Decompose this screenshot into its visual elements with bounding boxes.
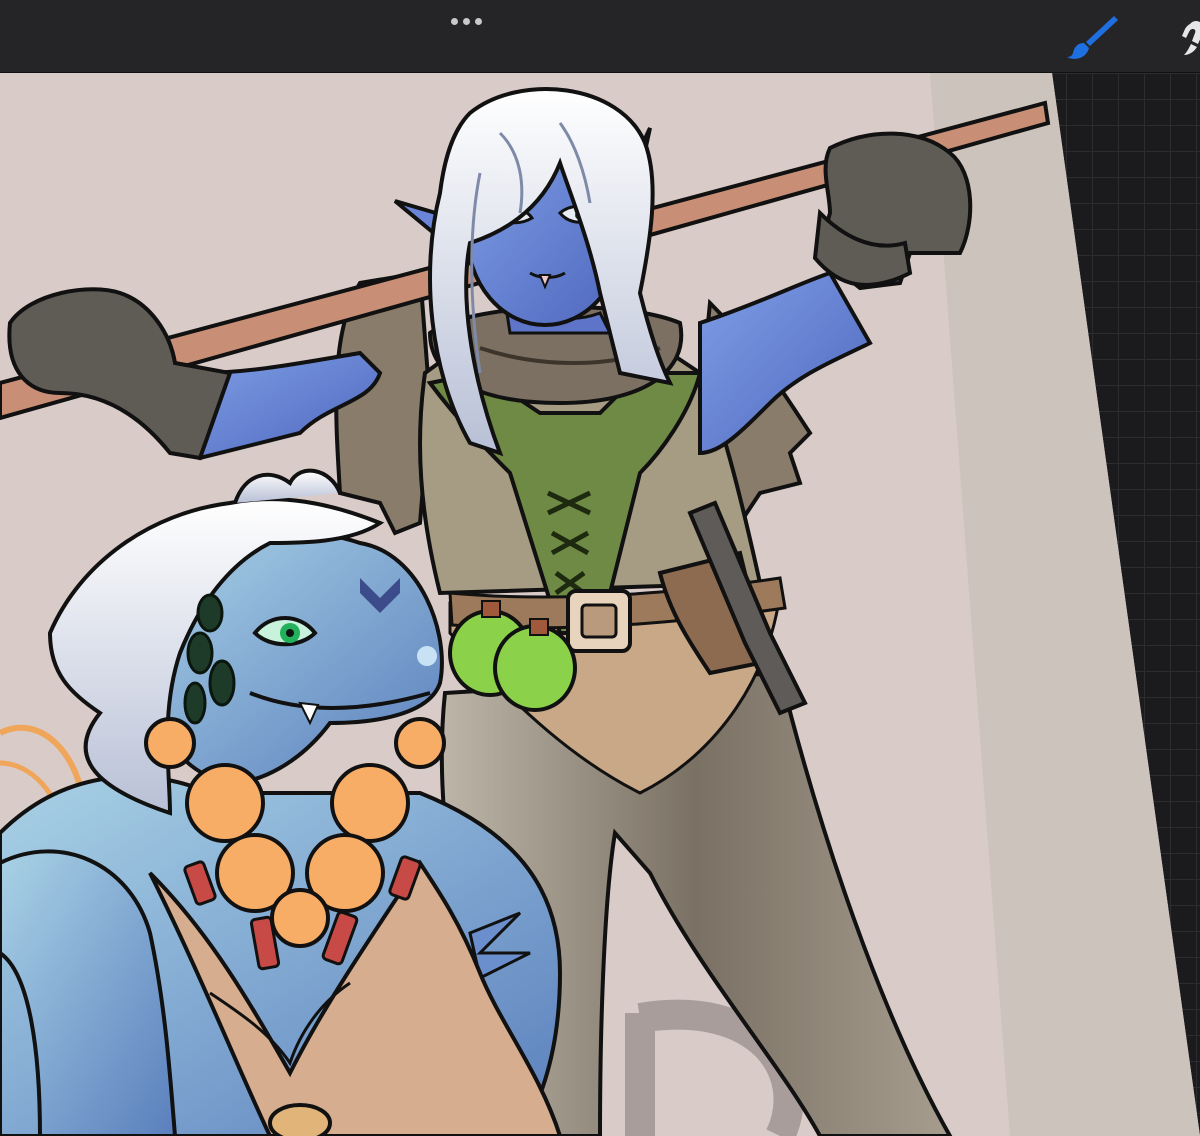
drawing-canvas[interactable] <box>0 73 1200 1136</box>
workspace <box>0 73 1200 1136</box>
paintbrush-icon[interactable] <box>1064 12 1120 62</box>
ellipsis-icon <box>474 17 482 25</box>
top-toolbar <box>0 0 1200 73</box>
smudge-icon[interactable] <box>1178 14 1200 60</box>
ellipsis-icon <box>462 17 470 25</box>
drawing-app <box>0 0 1200 1136</box>
more-options-button[interactable] <box>440 8 492 34</box>
ellipsis-icon <box>450 17 458 25</box>
